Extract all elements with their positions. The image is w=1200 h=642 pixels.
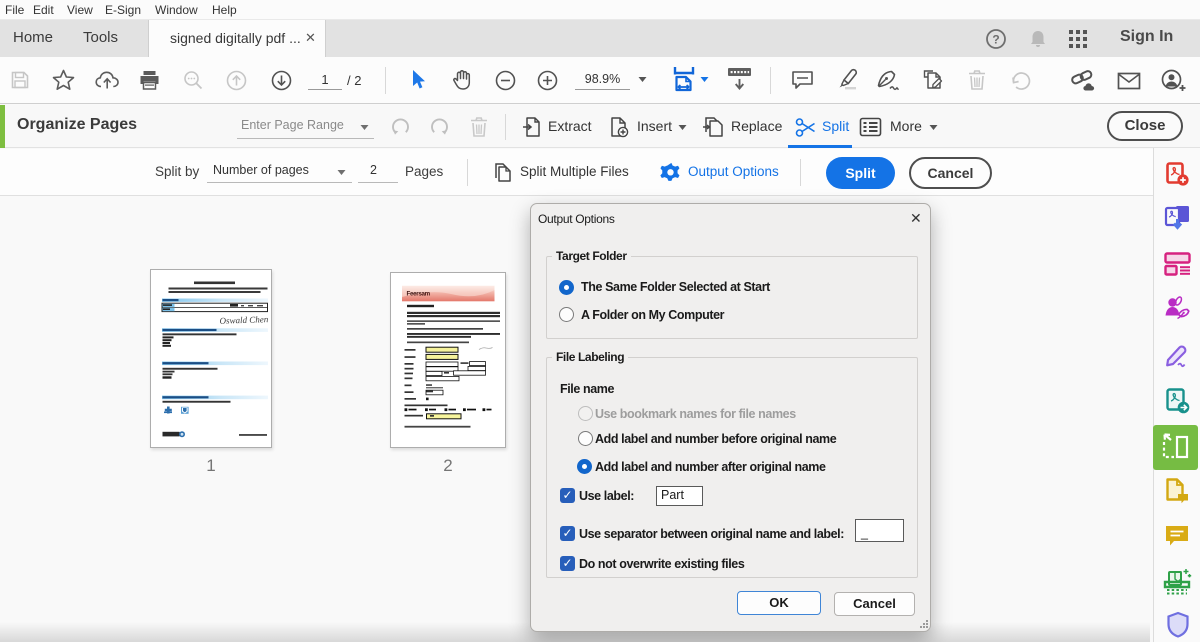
- svg-text:?: ?: [992, 33, 999, 47]
- svg-text:Oswald Chen: Oswald Chen: [219, 314, 269, 326]
- svg-text:Feersam: Feersam: [407, 291, 431, 298]
